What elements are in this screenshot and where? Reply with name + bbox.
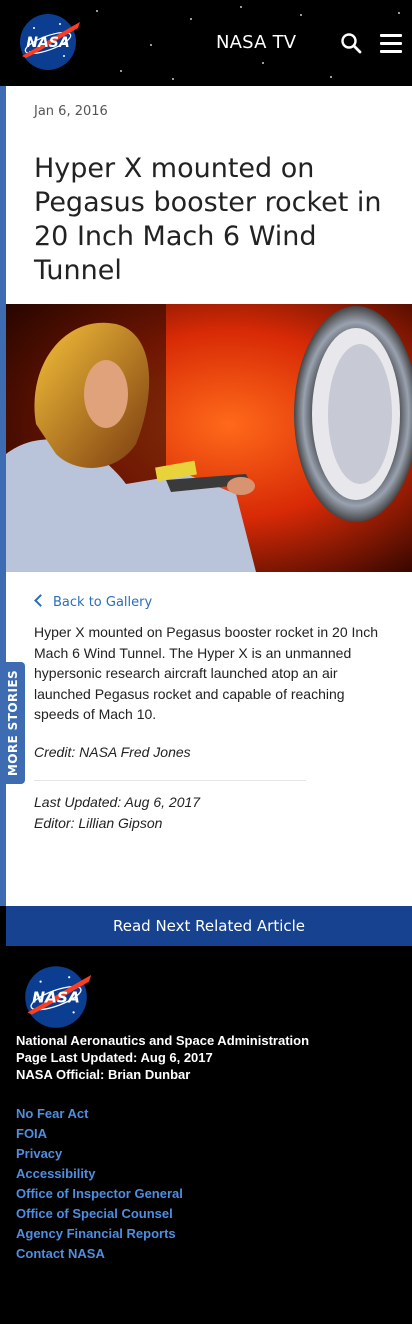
hamburger-menu-icon[interactable] — [380, 34, 402, 53]
image-credit: Credit: NASA Fred Jones — [34, 744, 191, 760]
footer-info: National Aeronautics and Space Administr… — [16, 1032, 309, 1083]
footer-link-no-fear-act[interactable]: No Fear Act — [16, 1104, 183, 1124]
more-stories-tab[interactable]: MORE STORIES — [0, 662, 25, 784]
footer-nasa-logo[interactable]: NASA — [20, 964, 92, 1030]
chevron-left-icon — [34, 594, 47, 607]
divider — [34, 780, 306, 781]
footer-page-updated: Page Last Updated: Aug 6, 2017 — [16, 1050, 213, 1065]
footer-links: No Fear Act FOIA Privacy Accessibility O… — [16, 1104, 183, 1264]
svg-text:NASA: NASA — [32, 989, 80, 1007]
editor-name: Editor: Lillian Gipson — [34, 815, 163, 831]
footer-org-name: National Aeronautics and Space Administr… — [16, 1033, 310, 1048]
more-stories-label: MORE STORIES — [5, 669, 20, 777]
site-header: NASA NASA TV — [0, 0, 412, 86]
nasa-logo[interactable]: NASA — [16, 12, 80, 72]
site-footer: NASA National Aeronautics and Space Admi… — [6, 946, 412, 1324]
back-to-gallery-label: Back to Gallery — [53, 595, 153, 610]
footer-link-inspector-general[interactable]: Office of Inspector General — [16, 1184, 183, 1204]
article-title: Hyper X mounted on Pegasus booster rocke… — [34, 153, 382, 286]
nasa-tv-link[interactable]: NASA TV — [216, 32, 296, 53]
footer-link-contact-nasa[interactable]: Contact NASA — [16, 1244, 183, 1264]
last-updated: Last Updated: Aug 6, 2017 — [34, 794, 201, 810]
article-description: Hyper X mounted on Pegasus booster rocke… — [34, 624, 378, 722]
article-image[interactable] — [6, 304, 412, 572]
footer-link-accessibility[interactable]: Accessibility — [16, 1164, 183, 1184]
footer-official: NASA Official: Brian Dunbar — [16, 1067, 191, 1082]
footer-link-foia[interactable]: FOIA — [16, 1124, 183, 1144]
footer-link-financial-reports[interactable]: Agency Financial Reports — [16, 1224, 183, 1244]
read-next-button[interactable]: Read Next Related Article — [6, 906, 412, 946]
article-content: Jan 6, 2016 Hyper X mounted on Pegasus b… — [6, 86, 412, 906]
footer-link-privacy[interactable]: Privacy — [16, 1144, 183, 1164]
search-icon[interactable] — [340, 32, 362, 54]
svg-text:NASA: NASA — [26, 35, 69, 51]
article-date: Jan 6, 2016 — [34, 104, 108, 119]
footer-link-special-counsel[interactable]: Office of Special Counsel — [16, 1204, 183, 1224]
back-to-gallery-link[interactable]: Back to Gallery — [34, 594, 153, 610]
